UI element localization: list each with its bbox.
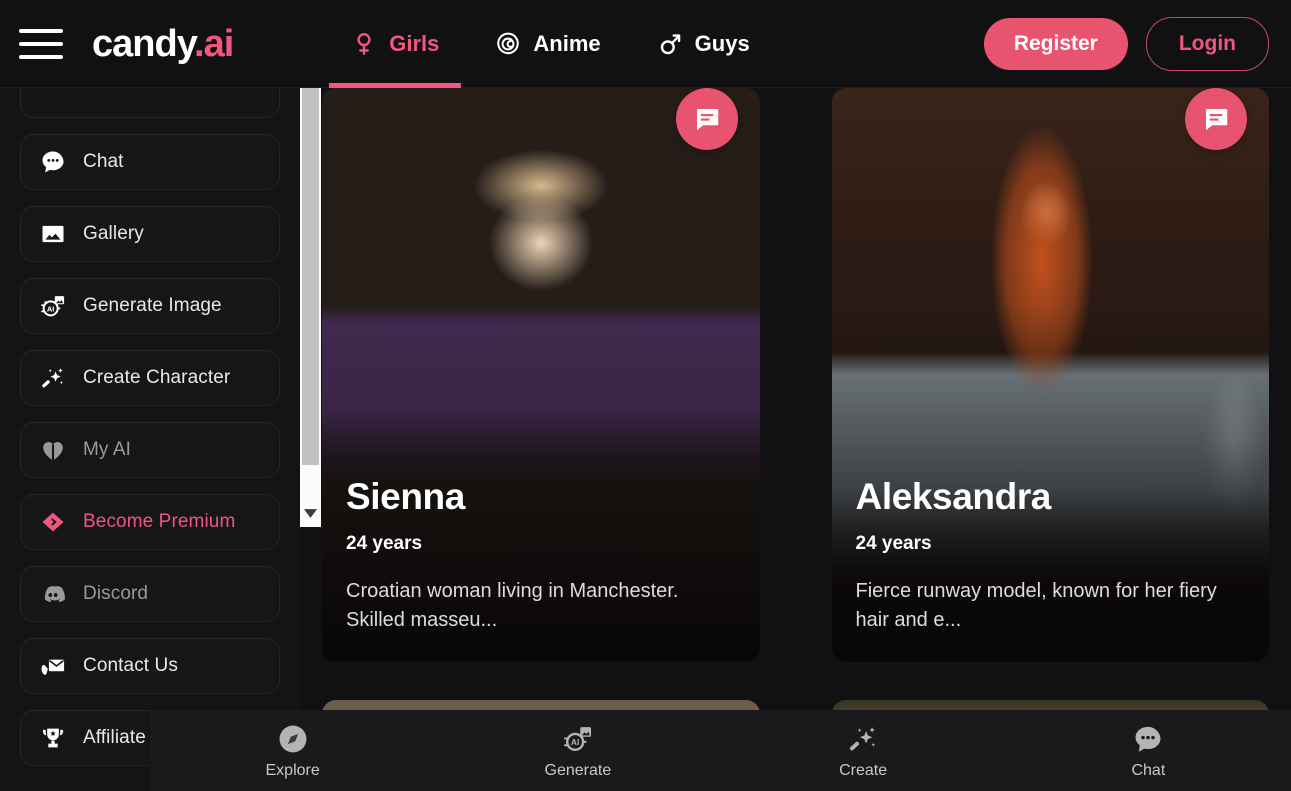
sidebar-item-label: Chat [83, 151, 124, 173]
header-actions: Register Login [983, 16, 1269, 71]
trophy-icon [39, 724, 67, 752]
magic-wand-icon [846, 722, 880, 756]
sidebar-item-chat[interactable]: Chat [20, 134, 280, 190]
character-age: 24 years [346, 533, 423, 555]
character-card[interactable]: Aleksandra 24 years Fierce runway model,… [831, 88, 1269, 662]
gallery-image-icon [39, 220, 67, 248]
bottom-nav-label: Create [839, 761, 888, 779]
tab-label: Anime [533, 30, 601, 56]
card-chat-button[interactable] [1185, 88, 1247, 150]
sidebar-item-label: Contact Us [83, 655, 178, 677]
chat-bubble-icon [1131, 722, 1165, 756]
character-description: Fierce runway model, known for her fiery… [855, 580, 1217, 631]
compass-icon [276, 722, 310, 756]
bottom-nav-label: Chat [1131, 761, 1166, 779]
bottom-nav-label: Generate [544, 761, 612, 779]
character-card[interactable]: Sienna 24 years Croatian woman living in… [322, 88, 760, 662]
generate-ai-image-icon: AI [39, 292, 67, 320]
tab-label: Girls [389, 30, 440, 56]
character-name: Sienna [346, 476, 465, 518]
svg-text:AI: AI [571, 737, 580, 747]
category-tabs: Girls Anime Guys [323, 0, 777, 88]
bottom-nav-label: Explore [265, 761, 320, 779]
character-grid-region: Sienna 24 years Croatian woman living in… [300, 88, 1291, 791]
heart-icon [39, 436, 67, 464]
sidebar-item-label: Generate Image [83, 295, 222, 317]
sidebar-item-create-character[interactable]: Create Character [20, 350, 280, 406]
chat-bubble-icon [1206, 109, 1228, 131]
spiral-icon [497, 32, 520, 54]
scrollbar-down-button[interactable] [300, 499, 321, 527]
login-button[interactable]: Login [1145, 16, 1269, 71]
sidebar-item-contact-us[interactable]: Contact Us [20, 638, 280, 694]
mail-hand-icon [39, 652, 67, 680]
chat-bubble-icon [696, 109, 718, 131]
sidebar-item-label: Create Character [83, 367, 231, 389]
sidebar: Chat Gallery AI Generate Image Create Ch… [0, 0, 300, 791]
sidebar-item-label: Become Premium [83, 511, 236, 533]
sidebar-item-label: Discord [83, 583, 149, 605]
bottom-nav-chat[interactable]: Chat [1006, 722, 1291, 780]
sidebar-item-label: Gallery [83, 223, 144, 245]
card-chat-button[interactable] [675, 88, 738, 150]
brand-suffix: .ai [194, 22, 234, 65]
sidebar-item-my-ai[interactable]: My AI [20, 422, 280, 478]
discord-icon [39, 580, 67, 608]
female-symbol-icon [357, 32, 371, 55]
scrollbar-thumb[interactable] [302, 75, 319, 465]
bottom-navigation: Explore AI Generate Create Chat [150, 710, 1291, 791]
vertical-scrollbar[interactable] [300, 75, 321, 527]
sidebar-item-become-premium[interactable]: Become Premium [20, 494, 280, 550]
page-root: Sienna 24 years Croatian woman living in… [0, 0, 1291, 791]
character-name: Aleksandra [855, 476, 1052, 518]
card-meta: Aleksandra 24 years Fierce runway model,… [856, 478, 1246, 634]
tab-girls[interactable]: Girls [323, 0, 467, 88]
brand-name: candy [92, 22, 195, 65]
sidebar-item-label: My AI [83, 439, 132, 461]
bottom-nav-create[interactable]: Create [721, 722, 1006, 780]
sidebar-item-gallery[interactable]: Gallery [20, 206, 280, 262]
character-age: 24 years [855, 533, 932, 555]
diamond-tag-icon [39, 508, 67, 536]
sidebar-item-generate-image[interactable]: AI Generate Image [20, 278, 280, 334]
tab-guys[interactable]: Guys [629, 0, 778, 88]
register-button[interactable]: Register [983, 17, 1128, 70]
character-grid: Sienna 24 years Croatian woman living in… [322, 88, 1269, 791]
svg-text:AI: AI [47, 304, 55, 313]
bottom-nav-generate[interactable]: AI Generate [435, 722, 720, 780]
brand-logo[interactable]: candy.ai [92, 22, 234, 65]
magic-wand-icon [39, 364, 67, 392]
tab-label: Guys [694, 30, 750, 56]
tab-anime[interactable]: Anime [467, 0, 628, 88]
sidebar-item-discord[interactable]: Discord [20, 566, 280, 622]
bottom-nav-explore[interactable]: Explore [150, 722, 435, 780]
generate-ai-image-icon: AI [561, 722, 595, 756]
card-meta: Sienna 24 years Croatian woman living in… [346, 478, 736, 634]
hamburger-icon[interactable] [19, 28, 63, 59]
top-header: candy.ai Girls Anime Guys Register Login [0, 0, 1291, 88]
male-symbol-icon [660, 33, 680, 54]
chat-bubble-icon [39, 148, 67, 176]
chevron-down-icon [304, 508, 317, 518]
character-description: Croatian woman living in Manchester. Ski… [346, 580, 679, 631]
